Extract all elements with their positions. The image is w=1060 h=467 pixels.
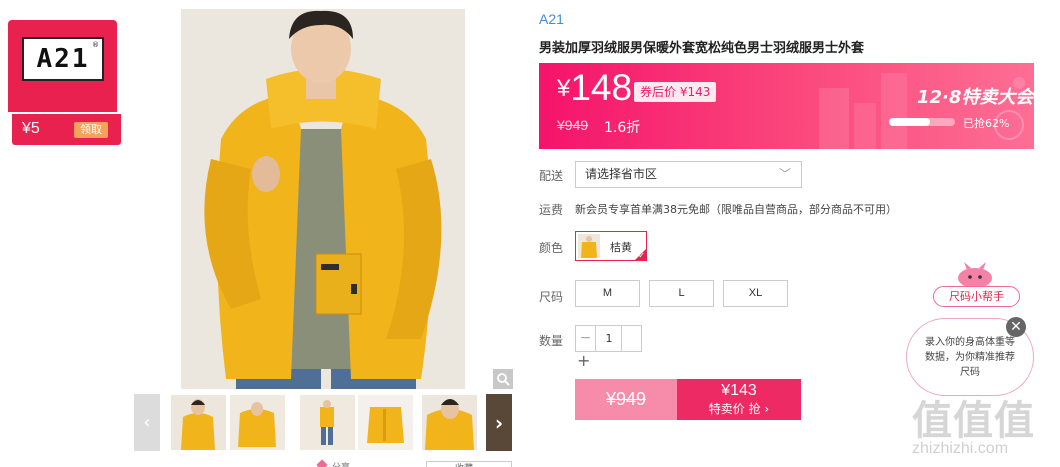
shipping-info: 新会员专享首单满38元免邮（限唯品自营商品，部分商品不可用）	[575, 203, 897, 216]
sales-progress-label: 已抢62%	[963, 117, 1010, 130]
brand-logo[interactable]: A21 ®	[22, 37, 104, 81]
thumbnail-5[interactable]	[422, 395, 477, 450]
thumbnail-2[interactable]	[230, 395, 285, 450]
model-in-yellow-jacket-illustration	[181, 9, 465, 389]
color-option-label: 桔黄	[610, 241, 632, 254]
assistant-mascot-icon	[958, 262, 992, 288]
main-product-image[interactable]	[181, 9, 465, 389]
claim-coupon-button[interactable]: 领取	[74, 122, 108, 138]
watermark-logo: 值值值	[912, 398, 1035, 444]
event-title: 12·8特卖大会	[917, 87, 1034, 108]
quantity-decrease-button[interactable]: −	[576, 326, 596, 351]
thumbnail-prev-button[interactable]: ‹	[134, 394, 160, 451]
size-option-m[interactable]: M	[575, 280, 640, 307]
thumbnail-1[interactable]	[171, 395, 226, 450]
watermark-url: zhizhizhi.com	[912, 440, 1009, 457]
special-price-buy-button[interactable]: ¥143 特卖价 抢 ›	[677, 379, 801, 420]
current-price-value: 148	[570, 67, 633, 108]
brand-coupon-card: A21 ® ¥5 领取	[8, 20, 121, 145]
color-swatch-image	[578, 234, 600, 258]
color-label: 颜色	[539, 241, 564, 255]
magnifier-icon[interactable]	[493, 369, 513, 389]
coupon-amount: ¥5	[22, 120, 40, 137]
after-coupon-price: 券后价 ¥143	[634, 82, 717, 102]
delivery-label: 配送	[539, 169, 564, 183]
size-option-l[interactable]: L	[649, 280, 714, 307]
brand-logo-panel[interactable]: A21 ®	[8, 20, 117, 112]
size-assistant-text: 录入你的身高体重等数据，为你精准推荐尺码	[925, 337, 1015, 378]
close-icon[interactable]: ✕	[1006, 317, 1026, 337]
thumbnail-4[interactable]	[358, 395, 413, 450]
original-price: ¥949	[557, 117, 589, 133]
shipping-label: 运费	[539, 203, 564, 217]
chevron-left-icon: ‹	[143, 412, 151, 433]
coupon-divider	[14, 112, 111, 113]
check-icon: ✓	[638, 251, 645, 260]
brand-logo-text: A21	[36, 44, 90, 74]
quantity-input[interactable]: 1	[596, 326, 622, 351]
brand-link[interactable]: A21	[539, 11, 564, 27]
original-price-buy-button[interactable]: ¥949	[575, 379, 677, 420]
region-select[interactable]: 请选择省市区 ﹀	[575, 161, 802, 188]
sales-progress-fill	[889, 118, 930, 126]
size-label: 尺码	[539, 290, 564, 304]
currency-symbol: ¥	[557, 75, 571, 102]
discount-label: 1.6折	[604, 120, 641, 136]
sales-progress-bar	[889, 118, 955, 126]
size-option-xl[interactable]: XL	[723, 280, 788, 307]
favorite-label: 收藏	[455, 461, 473, 467]
quantity-increase-button[interactable]: +	[577, 352, 590, 370]
current-price: ¥148	[557, 67, 632, 109]
special-price-label: 特卖价 抢 ›	[708, 402, 770, 416]
quantity-increase-cell[interactable]	[621, 326, 641, 351]
registered-mark: ®	[92, 41, 99, 49]
thumbnail-3[interactable]	[300, 395, 355, 450]
share-label[interactable]: 分享	[332, 460, 350, 467]
size-assistant-title[interactable]: 尺码小帮手	[933, 286, 1020, 307]
coupon-strip: ¥5 领取	[12, 114, 121, 145]
region-select-placeholder: 请选择省市区	[585, 167, 658, 181]
share-icon[interactable]	[316, 459, 328, 467]
product-title: 男装加厚羽绒服男保暖外套宽松纯色男士羽绒服男士外套	[539, 41, 865, 56]
quantity-label: 数量	[539, 334, 564, 348]
chevron-right-icon: ›	[494, 410, 504, 435]
price-banner: ¥148 券后价 ¥143 ¥949 1.6折 12·8特卖大会 已抢62%	[539, 63, 1034, 149]
chevron-down-icon: ﹀	[778, 167, 791, 181]
quantity-stepper: − 1	[575, 325, 642, 352]
color-option-orange[interactable]: 桔黄 ✓	[575, 231, 647, 261]
thumbnail-next-button[interactable]: ›	[486, 394, 512, 451]
special-price-value: ¥143	[721, 382, 757, 399]
